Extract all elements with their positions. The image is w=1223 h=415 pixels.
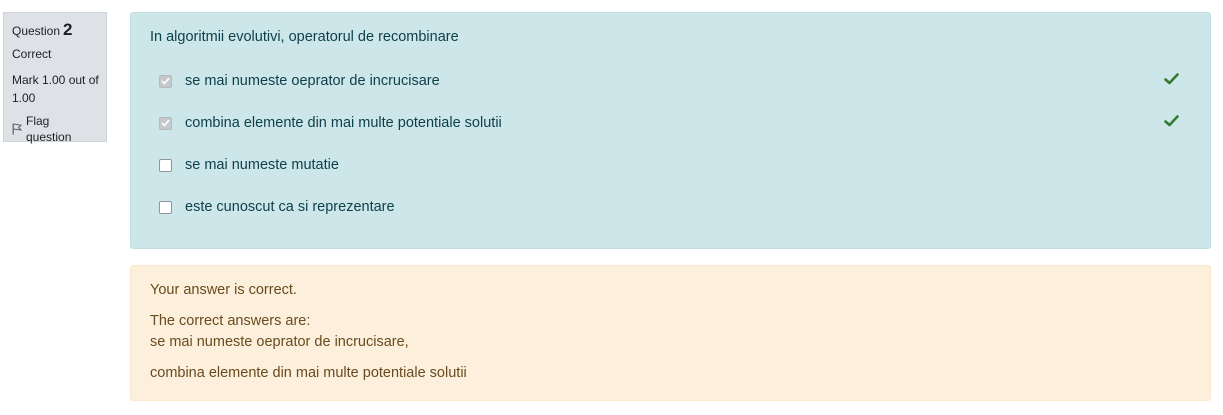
flag-question-link[interactable]: Flag question [12,113,98,145]
flag-outline-icon [12,123,22,135]
question-info: Question 2 Correct Mark 1.00 out of 1.00… [3,12,107,145]
check-icon [1164,73,1179,85]
correct-answer-2: combina elemente din mai multe potential… [150,365,467,381]
correct-answer-1: se mai numeste oeprator de incrucisare, [150,334,409,350]
question-grade: Mark 1.00 out of 1.00 [12,73,99,105]
question-formulation: In algoritmii evolutivi, operatorul de r… [130,12,1211,249]
answer-label-2: combina elemente din mai multe potential… [185,115,502,131]
answer-checkbox-4[interactable] [159,200,172,214]
answer-checkbox-2[interactable] [159,116,172,130]
feedback-panel: Your answer is correct. The correct answ… [130,265,1211,401]
question-label: Question [12,24,61,38]
question-number: 2 [63,20,73,39]
question-state: Correct [12,47,52,61]
answer-label-1: se mai numeste oeprator de incrucisare [185,73,440,89]
answer-label-4: este cunoscut ca si reprezentare [185,199,395,215]
check-icon [1164,115,1179,127]
answer-option-3: se mai numeste mutatie [159,155,1179,175]
answer-option-2: combina elemente din mai multe potential… [159,113,1179,133]
quiz-review-page: Question 2 Correct Mark 1.00 out of 1.00… [0,0,1223,415]
answer-label-3: se mai numeste mutatie [185,157,339,173]
feedback-summary: Your answer is correct. [150,282,297,298]
correct-answers-heading: The correct answers are: [150,313,311,329]
answer-option-4: este cunoscut ca si reprezentare [159,197,1179,217]
question-number-line: Question 2 [12,21,98,40]
flag-question-label: Flag question [26,114,72,144]
answer-checkbox-3[interactable] [159,158,172,172]
answer-checkbox-1[interactable] [159,74,172,88]
answer-option-1: se mai numeste oeprator de incrucisare [159,71,1179,91]
question-text: In algoritmii evolutivi, operatorul de r… [150,29,459,45]
